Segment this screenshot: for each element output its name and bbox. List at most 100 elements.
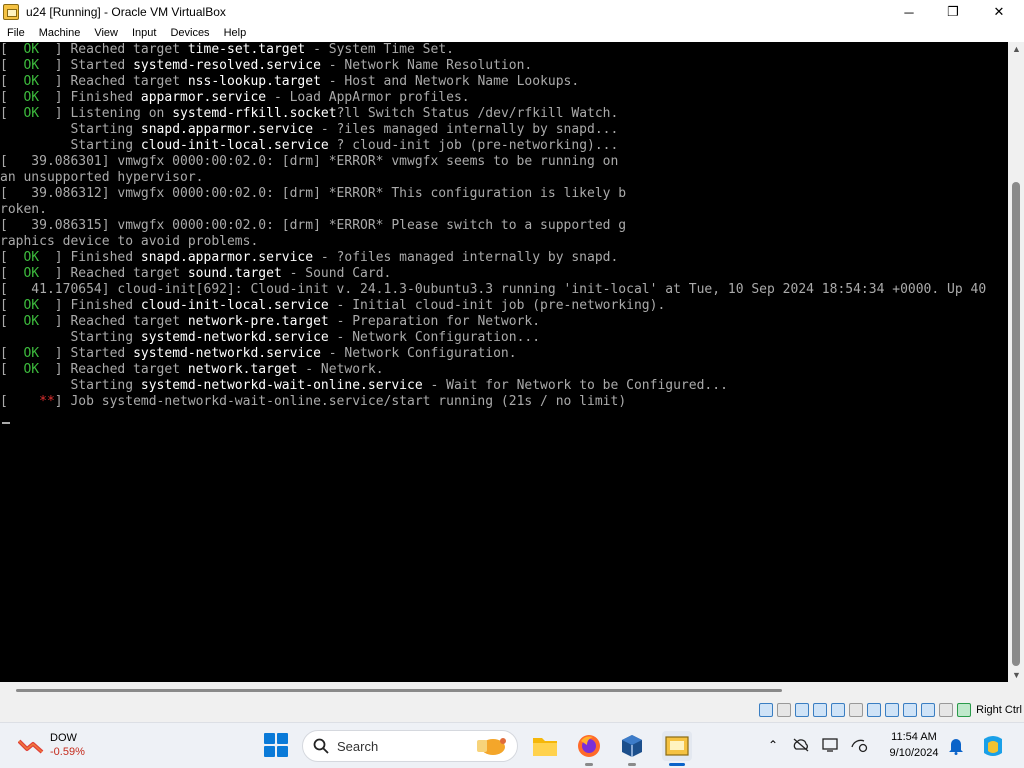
notification-bell-icon[interactable] [948, 737, 964, 755]
console-text: [ [0, 58, 24, 73]
console-text: [ [0, 394, 40, 409]
display-project-icon[interactable] [822, 737, 840, 753]
console-text: - Wait for Network to be Configured... [422, 378, 728, 393]
vm-status-bar: Right Ctrl [0, 698, 1024, 722]
vertical-scrollbar[interactable]: ▲ ▼ [1008, 42, 1024, 682]
start-logo-tile [264, 746, 275, 757]
minimize-button[interactable]: ─ [886, 0, 932, 24]
horizontal-scroll-thumb[interactable] [16, 689, 782, 692]
console-line: [ OK ] Started systemd-networkd.service … [0, 346, 1008, 362]
usb-icon[interactable] [831, 703, 846, 717]
chevron-up-icon[interactable]: ⌃ [768, 738, 778, 752]
console-line: Starting snapd.apparmor.service - ?iles … [0, 122, 1008, 138]
unit-name: sound.target [187, 266, 282, 281]
console-text: [ [0, 346, 24, 361]
console-text: [ [0, 266, 24, 281]
host-key-label[interactable]: Right Ctrl [976, 704, 1022, 716]
taskbar-virtualbox-vm[interactable] [662, 731, 692, 766]
keyboard-capture-icon[interactable] [957, 703, 972, 717]
file-explorer-icon [533, 738, 557, 756]
console-text: ] Reached target [39, 314, 188, 329]
console-text: [ 41.170654] cloud-init[692]: Cloud-init… [0, 282, 987, 297]
display-icon[interactable] [867, 703, 882, 717]
unit-name: systemd-resolved.service [133, 58, 321, 73]
console-text: Starting [0, 138, 141, 153]
taskbar-firefox[interactable] [574, 731, 604, 766]
horizontal-scrollbar[interactable] [0, 682, 1024, 698]
unit-name: systemd-networkd.service [140, 330, 329, 345]
window-titlebar[interactable]: u24 [Running] - Oracle VM VirtualBox ─ ❐… [0, 0, 1024, 24]
unit-name: cloud-init-local.service [140, 298, 329, 313]
status-ok: OK [23, 346, 40, 361]
mouse-integration-icon[interactable] [939, 703, 954, 717]
stock-widget[interactable]: DOW -0.59% [18, 731, 85, 759]
windows-taskbar: DOW -0.59% Search ⌃ 11:54 AM 9/10/2024 [0, 722, 1024, 768]
unit-name: snapd.apparmor.service [140, 250, 314, 265]
shared-folder-icon[interactable] [849, 703, 864, 717]
console-line: [ OK ] Finished snapd.apparmor.service -… [0, 250, 1008, 266]
status-ok: OK [23, 90, 40, 105]
console-text: ? cloud-init job (pre-networking)... [328, 138, 619, 153]
vm-console-screen[interactable]: [ OK ] Reached target time-set.target - … [0, 42, 1008, 682]
console-text: [ [0, 106, 24, 121]
network-status-icon[interactable] [850, 737, 868, 753]
maximize-button[interactable]: ❐ [930, 0, 976, 24]
close-button[interactable]: ✕ [976, 0, 1022, 24]
console-line: [ OK ] Reached target sound.target - Sou… [0, 266, 1008, 282]
console-text: ] Finished [39, 250, 141, 265]
unit-name: systemd-rfkill.socket [172, 106, 337, 121]
menu-file[interactable]: File [0, 27, 32, 39]
status-ok: OK [23, 42, 40, 57]
network-icon[interactable] [813, 703, 828, 717]
copilot-icon[interactable] [980, 733, 1006, 759]
status-running: ** [39, 394, 55, 409]
hard-disk-icon[interactable] [759, 703, 774, 717]
console-line: [ OK ] Finished apparmor.service - Load … [0, 90, 1008, 106]
taskbar-file-explorer[interactable] [530, 731, 560, 761]
console-text: roken. [0, 202, 47, 217]
text-cursor [2, 422, 10, 424]
system-tray: ⌃ [764, 735, 872, 755]
stock-name: DOW [50, 732, 77, 744]
console-text: raphics device to avoid problems. [0, 234, 259, 249]
cpu-icon[interactable] [921, 703, 936, 717]
console-text: ] Finished [39, 90, 141, 105]
console-text: [ [0, 298, 24, 313]
console-text: ?ll Switch Status /dev/rfkill Watch. [336, 106, 619, 121]
search-highlight-icon [477, 738, 506, 755]
menu-machine[interactable]: Machine [32, 27, 88, 39]
scroll-down-icon[interactable]: ▼ [1012, 670, 1021, 680]
taskbar-virtualbox[interactable] [617, 731, 647, 766]
console-line: [ 39.086315] vmwgfx 0000:00:02.0: [drm] … [0, 218, 1008, 234]
optical-drive-icon[interactable] [777, 703, 792, 717]
console-line: [ OK ] Listening on systemd-rfkill.socke… [0, 106, 1008, 122]
audio-icon[interactable] [795, 703, 810, 717]
menu-devices[interactable]: Devices [163, 27, 216, 39]
start-button[interactable] [264, 733, 288, 757]
console-text: - Network Configuration... [328, 330, 541, 345]
unit-name: apparmor.service [140, 90, 267, 105]
search-icon [313, 738, 329, 754]
console-line: [ OK ] Reached target time-set.target - … [0, 42, 1008, 58]
unit-name: network.target [187, 362, 298, 377]
vt-x-icon[interactable] [903, 703, 918, 717]
scroll-up-icon[interactable]: ▲ [1012, 44, 1021, 54]
running-indicator [628, 763, 636, 766]
console-text: - ?ofiles managed internally by snapd. [313, 250, 619, 265]
taskbar-clock[interactable]: 11:54 AM 9/10/2024 [884, 729, 944, 761]
console-text: [ 39.086301] vmwgfx 0000:00:02.0: [drm] … [0, 154, 619, 169]
virtualbox-app-icon [3, 4, 19, 20]
active-window-indicator [669, 763, 685, 766]
onedrive-offline-icon[interactable] [792, 738, 810, 752]
recording-icon[interactable] [885, 703, 900, 717]
menu-help[interactable]: Help [217, 27, 254, 39]
vertical-scroll-thumb[interactable] [1012, 182, 1020, 666]
menu-view[interactable]: View [87, 27, 125, 39]
console-text: ] Reached target [39, 42, 188, 57]
menu-input[interactable]: Input [125, 27, 163, 39]
taskbar-search-box[interactable]: Search [302, 730, 518, 762]
stock-chart-icon [18, 739, 44, 754]
console-text: [ [0, 314, 24, 329]
console-line: [ OK ] Reached target network.target - N… [0, 362, 1008, 378]
console-text: Starting [0, 122, 141, 137]
